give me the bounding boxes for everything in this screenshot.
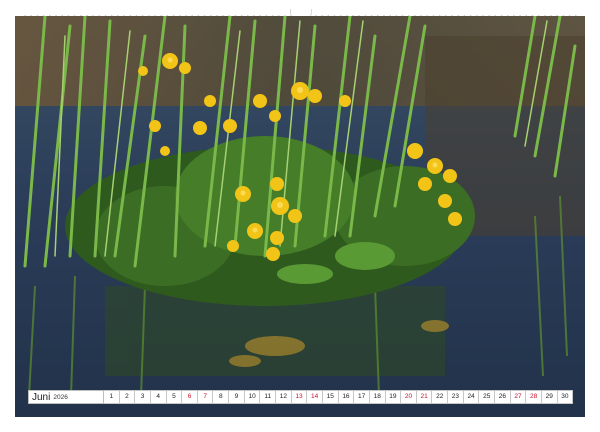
day-cell: 5 (166, 390, 183, 404)
day-cell: 9 (229, 390, 245, 404)
day-cell: 3 (135, 390, 151, 404)
day-cell: 2 (119, 390, 136, 404)
day-cell: 30 (557, 390, 574, 404)
day-cell: 8 (213, 390, 230, 404)
day-cell: 12 (276, 390, 292, 404)
day-cell: 20 (401, 390, 417, 404)
day-cell: 29 (541, 390, 558, 404)
day-cell: 25 (479, 390, 496, 404)
day-cell: 24 (463, 390, 480, 404)
day-cell: 15 (322, 390, 339, 404)
day-cell: 26 (495, 390, 511, 404)
day-cells: 1 2 3 4 5 6 7 8 9 10 11 12 13 14 15 16 17 18 19 20 21 22 23 24 2… (104, 390, 574, 404)
year-label: 2026 (53, 393, 68, 401)
day-cell: 14 (307, 390, 323, 404)
day-cell: 21 (416, 390, 433, 404)
day-cell: 10 (244, 390, 261, 404)
day-cell: 1 (104, 390, 120, 404)
day-cell: 4 (150, 390, 167, 404)
day-cell: 13 (291, 390, 308, 404)
day-cell: 6 (182, 390, 198, 404)
day-cell: 16 (338, 390, 355, 404)
day-cell: 18 (369, 390, 386, 404)
day-cell: 23 (448, 390, 464, 404)
day-cell: 7 (197, 390, 214, 404)
calendar-date-strip: Juni 2026 1 2 3 4 5 6 7 8 9 10 11 12 13 14 15 16 17 18 19 2… (28, 390, 574, 404)
day-cell: 27 (510, 390, 527, 404)
day-cell: 28 (526, 390, 542, 404)
month-name: Juni (32, 391, 51, 403)
month-label-box: Juni 2026 (28, 390, 104, 404)
day-cell: 22 (432, 390, 449, 404)
day-cell: 11 (260, 390, 277, 404)
day-cell: 17 (354, 390, 370, 404)
calendar-photo (15, 16, 585, 417)
day-cell: 19 (385, 390, 402, 404)
